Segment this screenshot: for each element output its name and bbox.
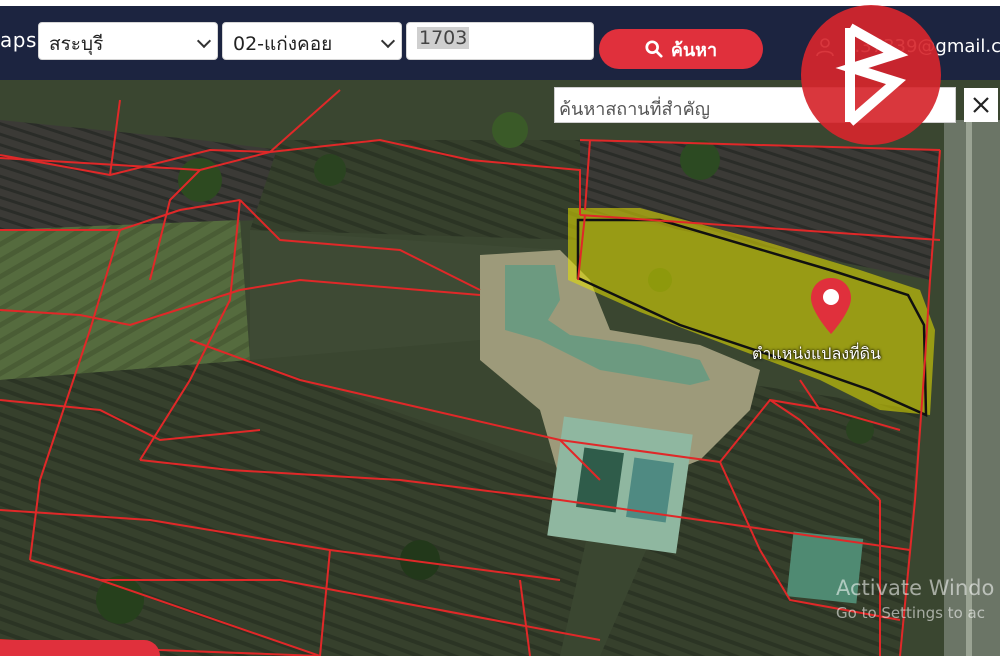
marker-label: ตำแหน่งแปลงที่ดิน: [752, 344, 881, 363]
field-area: [0, 220, 250, 380]
watermark-subtitle: Go to Settings to ac: [836, 604, 985, 622]
district-select[interactable]: 02-แก่งคอย: [222, 22, 402, 60]
pond: [547, 416, 693, 554]
district-value: 02-แก่งคอย: [233, 33, 333, 55]
province-select[interactable]: สระบุรี: [38, 22, 218, 60]
activation-watermark: Activate Windo Go to Settings to ac: [836, 576, 994, 622]
tree: [846, 416, 874, 444]
tree: [314, 154, 346, 186]
tree: [96, 576, 144, 624]
place-search-placeholder: ค้นหาสถานที่สำคัญ: [559, 99, 710, 120]
tree: [680, 140, 720, 180]
search-button[interactable]: ค้นหา: [599, 29, 763, 69]
watermark-title: Activate Windo: [836, 576, 995, 600]
close-button[interactable]: [964, 88, 998, 122]
close-icon: [973, 97, 989, 113]
satellite-map[interactable]: [0, 80, 1000, 656]
province-value: สระบุรี: [49, 33, 104, 55]
map-pin-icon[interactable]: [808, 276, 854, 336]
search-icon: [645, 40, 663, 58]
tree: [178, 158, 222, 202]
tree: [492, 112, 528, 148]
field-area: [250, 140, 580, 240]
brand-logo-icon: [801, 5, 941, 145]
chevron-down-icon: [196, 33, 212, 49]
search-button-label: ค้นหา: [670, 39, 718, 61]
app-window: aps สระบุรี 02-แก่งคอย 1703 ค้นหา ...373…: [0, 0, 1000, 656]
chevron-down-icon: [380, 33, 396, 49]
parcel-number-input[interactable]: 1703: [406, 22, 594, 60]
parcel-number-value: 1703: [417, 27, 470, 49]
brand-text: aps: [0, 28, 37, 52]
corner-badge: [0, 640, 160, 656]
